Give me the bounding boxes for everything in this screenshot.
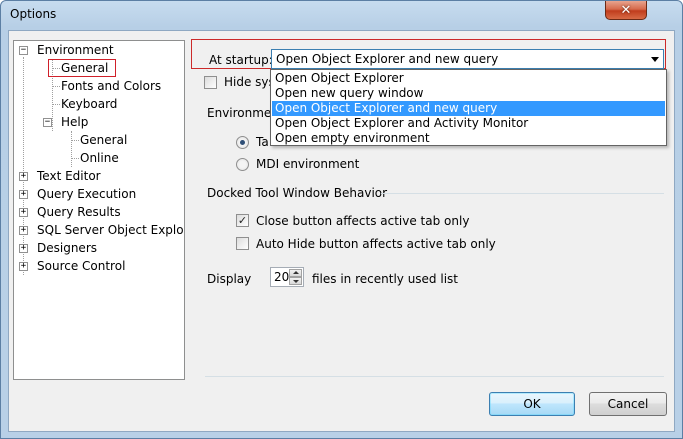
tree-item-label: Designers bbox=[37, 241, 97, 255]
tree-item-label: Text Editor bbox=[37, 169, 101, 183]
stepper-buttons bbox=[289, 269, 302, 285]
expand-icon[interactable]: + bbox=[19, 244, 28, 253]
recent-files-suffix: files in recently used list bbox=[312, 272, 458, 286]
tree-line bbox=[71, 158, 79, 159]
startup-label: At startup: bbox=[209, 53, 273, 67]
expand-icon[interactable]: + bbox=[19, 262, 28, 271]
tree-item-fonts-and-colors[interactable]: Fonts and Colors bbox=[61, 78, 161, 94]
tree-item-label: Environment bbox=[37, 43, 114, 57]
close-icon: ✕ bbox=[620, 2, 632, 18]
tree-item-label: General bbox=[61, 61, 109, 75]
dropdown-option[interactable]: Open empty environment bbox=[272, 131, 665, 146]
dropdown-option[interactable]: Open Object Explorer bbox=[272, 71, 665, 86]
expand-icon[interactable]: + bbox=[19, 208, 28, 217]
expand-icon[interactable]: + bbox=[19, 190, 28, 199]
collapse-icon[interactable]: − bbox=[43, 118, 52, 127]
tree-item-label: SQL Server Object Explorer bbox=[37, 223, 185, 237]
options-tree[interactable]: − Environment General Fonts and Colors K… bbox=[13, 40, 185, 380]
close-button[interactable]: ✕ bbox=[605, 1, 647, 20]
recent-files-stepper[interactable]: 20 bbox=[270, 267, 304, 287]
mdi-environment-radio[interactable] bbox=[236, 158, 249, 171]
dropdown-option[interactable]: Open new query window bbox=[272, 86, 665, 101]
autohide-button-checkbox[interactable] bbox=[236, 237, 249, 250]
hide-system-checkbox[interactable] bbox=[204, 76, 217, 89]
group-separator bbox=[381, 193, 664, 194]
tree-line bbox=[71, 140, 79, 141]
tree-line bbox=[52, 104, 60, 105]
options-dialog: Options ✕ − Environment General Fonts an… bbox=[0, 0, 683, 439]
ok-button[interactable]: OK bbox=[489, 392, 575, 416]
startup-dropdown-list[interactable]: Open Object Explorer Open new query wind… bbox=[270, 69, 667, 146]
stepper-down-button[interactable] bbox=[289, 277, 302, 285]
tree-item-general[interactable]: General bbox=[61, 60, 108, 76]
tree-item-label: Online bbox=[80, 151, 119, 165]
dropdown-option[interactable]: Open Object Explorer and Activity Monito… bbox=[272, 116, 665, 131]
title-bar[interactable]: Options ✕ bbox=[1, 1, 682, 29]
chevron-down-icon[interactable] bbox=[651, 57, 659, 62]
expand-icon[interactable]: + bbox=[19, 226, 28, 235]
startup-selected-value: Open Object Explorer and new query bbox=[276, 52, 499, 66]
tree-item-label: Help bbox=[61, 115, 89, 129]
bottom-separator bbox=[205, 376, 664, 377]
close-button-checkbox[interactable]: ✓ bbox=[236, 214, 249, 227]
tree-item-label: Keyboard bbox=[61, 97, 118, 111]
recent-files-prefix: Display bbox=[207, 272, 252, 286]
tree-item-help-general[interactable]: General bbox=[80, 132, 127, 148]
environment-layout-group-label: Environmen bbox=[207, 106, 279, 120]
mdi-environment-label: MDI environment bbox=[256, 157, 360, 171]
expand-icon[interactable]: + bbox=[19, 172, 28, 181]
tabbed-documents-label: Ta bbox=[256, 135, 269, 149]
autohide-button-label: Auto Hide button affects active tab only bbox=[256, 237, 496, 251]
collapse-icon[interactable]: − bbox=[19, 46, 28, 55]
startup-row-highlight: At startup: Open Object Explorer and new… bbox=[191, 39, 666, 69]
tree-item-help-online[interactable]: Online bbox=[80, 150, 119, 166]
docked-behavior-group-label: Docked Tool Window Behavior bbox=[207, 186, 388, 200]
tree-item-label: Fonts and Colors bbox=[61, 79, 162, 93]
dropdown-option-selected[interactable]: Open Object Explorer and new query bbox=[272, 101, 665, 116]
tree-item-label: General bbox=[80, 133, 128, 147]
tree-line bbox=[52, 86, 60, 87]
chevron-up-icon bbox=[293, 271, 299, 274]
tree-item-label: Source Control bbox=[37, 259, 126, 273]
recent-files-value[interactable]: 20 bbox=[274, 270, 289, 284]
tabbed-documents-radio[interactable] bbox=[236, 136, 249, 149]
tree-item-label: Query Execution bbox=[37, 187, 137, 201]
window-title: Options bbox=[10, 7, 57, 21]
chevron-down-icon bbox=[293, 280, 299, 283]
check-icon: ✓ bbox=[237, 214, 248, 227]
tree-item-label: Query Results bbox=[37, 205, 121, 219]
startup-combobox[interactable]: Open Object Explorer and new query bbox=[271, 49, 664, 69]
tree-item-keyboard[interactable]: Keyboard bbox=[61, 96, 117, 112]
dialog-client-area: − Environment General Fonts and Colors K… bbox=[8, 30, 675, 432]
close-button-label: Close button affects active tab only bbox=[256, 214, 470, 228]
cancel-button[interactable]: Cancel bbox=[589, 392, 667, 416]
tree-line bbox=[71, 131, 72, 167]
stepper-up-button[interactable] bbox=[289, 269, 302, 277]
